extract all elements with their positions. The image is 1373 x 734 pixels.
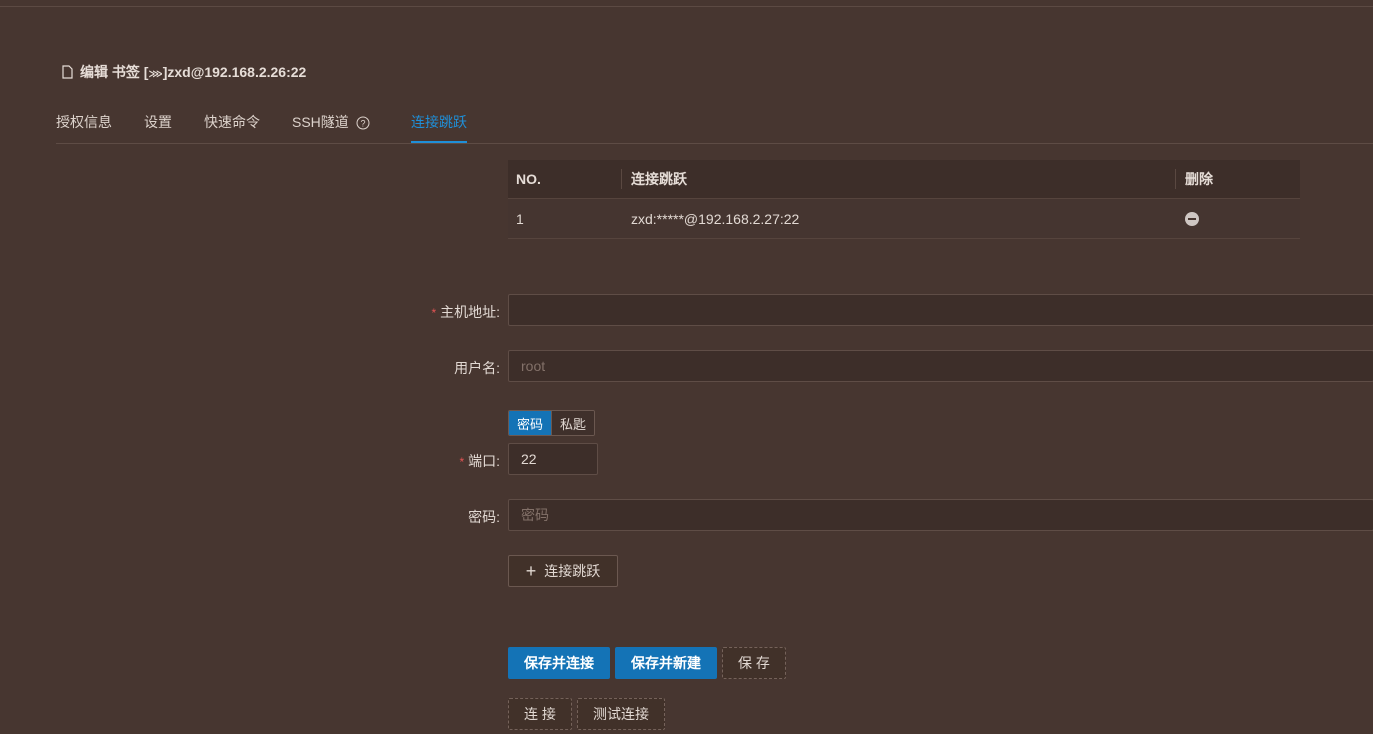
bookmark-edit-page: 编辑 书签 [⋙]zxd@192.168.2.26:22 授权信息 设置 快速命… bbox=[0, 0, 1373, 734]
tab-ssh-tunnel-label: SSH隧道 bbox=[292, 114, 349, 130]
cell-delete bbox=[1176, 199, 1300, 238]
tab-ssh-tunnel[interactable]: SSH隧道 ? bbox=[292, 112, 370, 142]
auth-type-switch: 密码 私匙 bbox=[508, 410, 596, 436]
save-button[interactable]: 保 存 bbox=[722, 647, 786, 679]
tab-bar: 授权信息 设置 快速命令 SSH隧道 ? 连接跳跃 bbox=[56, 104, 1373, 144]
help-icon[interactable]: ? bbox=[356, 116, 370, 133]
top-divider bbox=[0, 6, 1373, 7]
auth-option-private-key[interactable]: 私匙 bbox=[551, 411, 595, 435]
cell-no: 1 bbox=[516, 210, 524, 227]
column-header-jump: 连接跳跃 bbox=[622, 160, 1176, 198]
port-label: * 端口: bbox=[459, 453, 500, 469]
username-label: 用户名: bbox=[454, 360, 500, 376]
username-input[interactable]: root bbox=[508, 350, 1373, 382]
add-jump-button[interactable]: + 连接跳跃 bbox=[508, 555, 618, 587]
save-and-connect-button[interactable]: 保存并连接 bbox=[508, 647, 610, 679]
jump-table: NO. 连接跳跃 删除 1 zxd:*****@192.168.2.27:22 bbox=[508, 160, 1300, 239]
remove-icon[interactable] bbox=[1185, 211, 1199, 226]
table-row: 1 zxd:*****@192.168.2.27:22 bbox=[508, 199, 1300, 239]
column-header-no: NO. bbox=[508, 160, 622, 198]
tab-settings[interactable]: 设置 bbox=[144, 112, 172, 142]
tab-connection-hop[interactable]: 连接跳跃 bbox=[411, 112, 467, 143]
port-input[interactable]: 22 bbox=[508, 443, 598, 475]
tab-quick-commands[interactable]: 快速命令 bbox=[204, 112, 260, 142]
username-placeholder: root bbox=[521, 358, 546, 374]
test-connection-button[interactable]: 测试连接 bbox=[577, 698, 665, 730]
required-mark: * bbox=[459, 455, 465, 469]
plus-icon: + bbox=[525, 561, 537, 581]
cell-jump: zxd:*****@192.168.2.27:22 bbox=[631, 210, 800, 227]
password-label: 密码: bbox=[468, 509, 500, 525]
host-input[interactable] bbox=[508, 294, 1373, 326]
column-header-delete: 删除 bbox=[1185, 171, 1213, 187]
password-input[interactable]: 密码 bbox=[508, 499, 1373, 531]
title-text: 编辑 书签 [⋙]zxd@192.168.2.26:22 bbox=[80, 64, 307, 80]
host-label: * 主机地址: bbox=[431, 304, 500, 320]
svg-text:?: ? bbox=[360, 119, 365, 129]
password-placeholder: 密码 bbox=[521, 507, 549, 523]
connect-button[interactable]: 连 接 bbox=[508, 698, 572, 730]
table-header: NO. 连接跳跃 删除 bbox=[508, 160, 1300, 199]
save-and-new-button[interactable]: 保存并新建 bbox=[615, 647, 717, 679]
terminal-glyph: ⋙ bbox=[148, 69, 163, 80]
page-title: 编辑 书签 [⋙]zxd@192.168.2.26:22 bbox=[61, 62, 306, 82]
required-mark: * bbox=[431, 306, 437, 320]
bookmark-icon bbox=[61, 65, 74, 79]
auth-option-password[interactable]: 密码 bbox=[509, 411, 552, 435]
tab-auth-info[interactable]: 授权信息 bbox=[56, 112, 112, 142]
